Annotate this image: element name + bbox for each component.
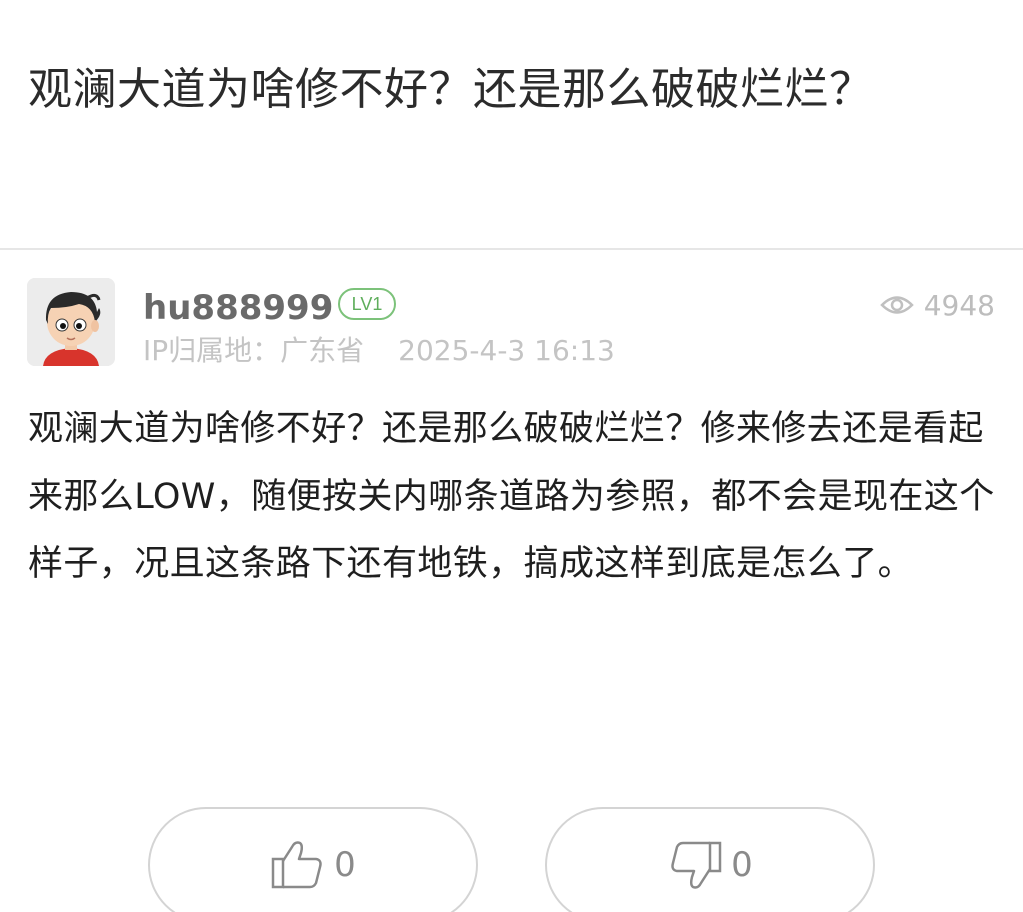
post-content: 观澜大道为啥修不好？还是那么破破烂烂？修来修去还是看起来那么LOW，随便按关内哪…	[28, 409, 995, 584]
like-button[interactable]: 0	[148, 807, 478, 912]
post-page: 观澜大道为啥修不好？还是那么破破烂烂？ hu888999 LV1 IP归属地：广…	[0, 0, 1023, 912]
author-username[interactable]: hu888999	[143, 288, 333, 328]
post-date: 2025-4-3 16:13	[398, 334, 615, 367]
like-count: 0	[334, 845, 356, 885]
dislike-count: 0	[731, 845, 753, 885]
post-meta: IP归属地：广东省 2025-4-3 16:13	[143, 333, 615, 369]
view-count-value: 4948	[923, 288, 995, 322]
dislike-button[interactable]: 0	[545, 807, 875, 912]
avatar[interactable]	[27, 278, 115, 366]
view-count: 4948	[879, 287, 995, 323]
ip-location: IP归属地：广东省	[143, 334, 365, 367]
thumbs-down-icon	[667, 839, 723, 891]
cartoon-avatar-icon	[27, 278, 115, 366]
level-badge: LV1	[338, 288, 396, 320]
eye-icon	[879, 294, 914, 316]
post-title: 观澜大道为啥修不好？还是那么破破烂烂？	[28, 64, 874, 115]
title-divider	[0, 248, 1023, 250]
thumbs-up-icon	[270, 839, 326, 891]
